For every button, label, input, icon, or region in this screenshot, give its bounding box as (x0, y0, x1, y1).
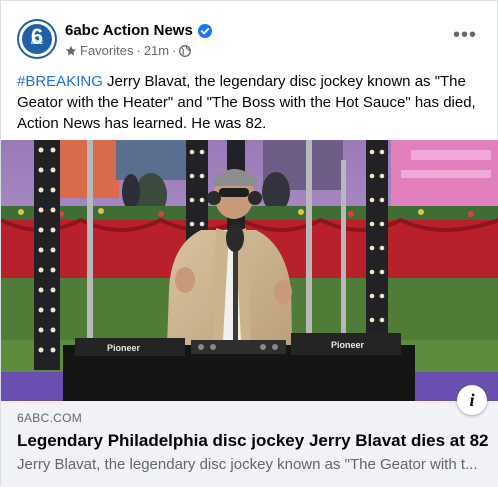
link-title[interactable]: Legendary Philadelphia disc jockey Jerry… (17, 431, 489, 451)
meta-separator-2: · (172, 43, 177, 58)
post-photo[interactable]: Pioneer Pioneer (1, 140, 498, 401)
page-name-row: 6abc Action News (65, 22, 212, 39)
link-preview[interactable]: i 6ABC.COM Legendary Philadelphia disc j… (1, 385, 498, 487)
post-timestamp[interactable]: 21m (144, 43, 169, 58)
console-brand-right: Pioneer (331, 340, 365, 350)
avatar-number: 6 (30, 24, 44, 49)
audience-label[interactable]: Favorites (80, 43, 133, 58)
link-description: Jerry Blavat, the legendary disc jockey … (17, 456, 478, 473)
verified-badge-icon (197, 23, 212, 38)
hashtag-link[interactable]: #BREAKING (17, 73, 103, 90)
link-domain: 6ABC.COM (17, 411, 83, 425)
console-brand-left: Pioneer (107, 343, 141, 353)
post-text: #BREAKING Jerry Blavat, the legendary di… (17, 71, 483, 134)
post-meta: Favorites · 21m · (65, 43, 192, 58)
star-icon (65, 45, 77, 56)
post-card: 6 abc 6abc Action News Favorites · 21m ·… (0, 0, 498, 487)
more-options-button[interactable]: ••• (453, 25, 477, 51)
avatar-letters: abc (30, 39, 44, 46)
page-name-link[interactable]: 6abc Action News (65, 22, 193, 39)
meta-separator: · (136, 43, 141, 58)
photo-scene: Pioneer Pioneer (1, 140, 498, 401)
info-icon[interactable]: i (457, 385, 487, 415)
globe-icon (179, 44, 192, 57)
post-header: 6 abc 6abc Action News Favorites · 21m ·… (17, 17, 483, 61)
page-avatar[interactable]: 6 abc (17, 19, 57, 59)
